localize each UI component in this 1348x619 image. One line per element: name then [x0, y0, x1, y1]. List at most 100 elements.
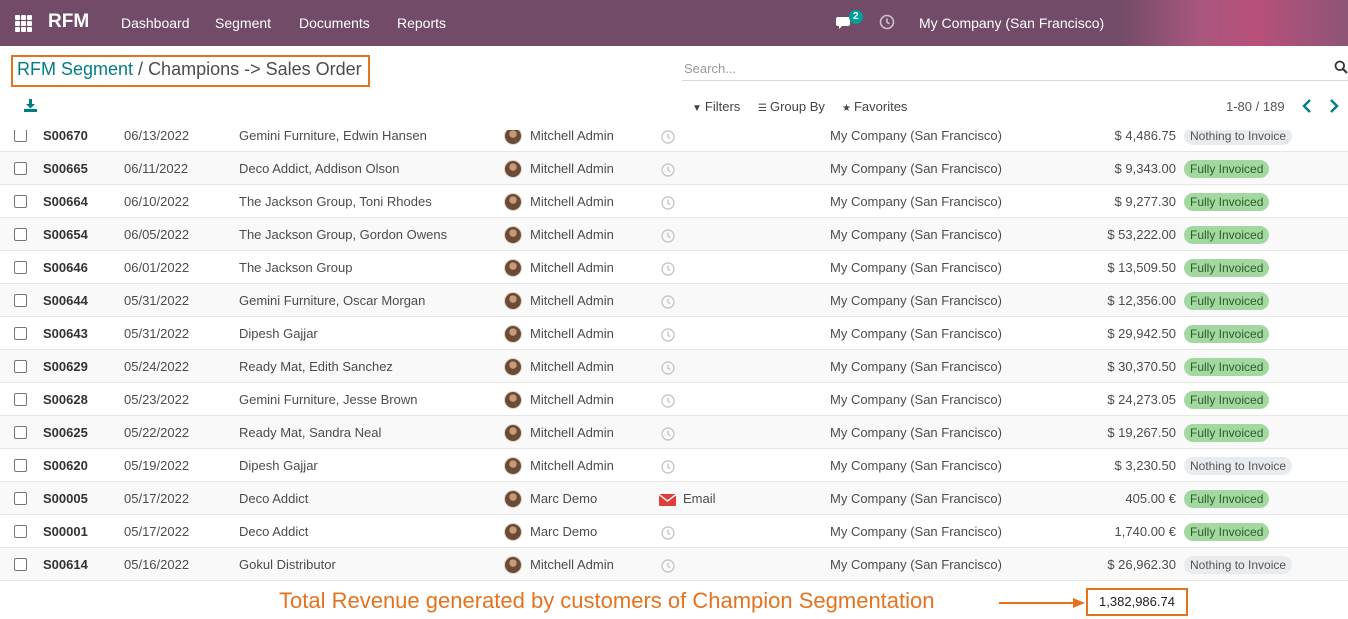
activity-clock-icon[interactable]	[661, 394, 675, 408]
avatar	[504, 193, 522, 211]
avatar	[504, 160, 522, 178]
status-badge: Fully Invoiced	[1184, 259, 1270, 277]
annotation-arrow	[999, 598, 1085, 608]
order-date: 05/19/2022	[124, 458, 190, 473]
order-number: S00628	[43, 392, 88, 407]
company-name: My Company (San Francisco)	[830, 557, 1002, 572]
search-icon[interactable]	[1334, 60, 1348, 74]
breadcrumb-parent-link[interactable]: RFM Segment	[17, 59, 133, 79]
activity-clock-icon[interactable]	[661, 559, 675, 573]
customer-name: Gemini Furniture, Edwin Hansen	[239, 130, 427, 143]
row-checkbox[interactable]	[14, 558, 27, 571]
status-badge: Fully Invoiced	[1184, 292, 1270, 310]
top-navbar: RFM Dashboard Segment Documents Reports …	[0, 0, 1348, 46]
row-checkbox[interactable]	[14, 360, 27, 373]
customer-name: Ready Mat, Edith Sanchez	[239, 359, 393, 374]
table-row[interactable]: S00654 06/05/2022 The Jackson Group, Gordo…	[0, 218, 1348, 251]
salesperson-name: Mitchell Admin	[530, 425, 614, 440]
row-checkbox[interactable]	[14, 426, 27, 439]
company-switcher[interactable]: My Company (San Francisco)	[919, 15, 1104, 31]
menu-item-segment[interactable]: Segment	[215, 15, 271, 31]
activity-label[interactable]: Email	[683, 491, 716, 506]
avatar	[504, 523, 522, 541]
activity-clock-icon[interactable]	[661, 427, 675, 441]
salesperson-name: Mitchell Admin	[530, 293, 614, 308]
menu-item-documents[interactable]: Documents	[299, 15, 370, 31]
activity-clock-icon[interactable]	[661, 163, 675, 177]
activity-clock-icon[interactable]	[661, 460, 675, 474]
status-badge: Fully Invoiced	[1184, 226, 1270, 244]
row-checkbox[interactable]	[14, 261, 27, 274]
table-row[interactable]: S00625 05/22/2022 Ready Mat, Sandra Neal Mi…	[0, 416, 1348, 449]
table-row[interactable]: S00646 06/01/2022 The Jackson Group Mitchel…	[0, 251, 1348, 284]
activity-clock-icon[interactable]	[661, 295, 675, 309]
table-row[interactable]: S00643 05/31/2022 Dipesh Gajjar Mitchell Ad…	[0, 317, 1348, 350]
company-name: My Company (San Francisco)	[830, 161, 1002, 176]
favorites-label: Favorites	[853, 99, 908, 114]
activity-clock-icon[interactable]	[661, 361, 675, 375]
salesperson-name: Marc Demo	[530, 491, 598, 506]
row-checkbox[interactable]	[14, 327, 27, 340]
table-row[interactable]: S00644 05/31/2022 Gemini Furniture, Oscar …	[0, 284, 1348, 317]
customer-name: The Jackson Group	[239, 260, 353, 275]
status-badge: Fully Invoiced	[1184, 424, 1270, 442]
order-number: S00664	[43, 194, 88, 209]
activity-clock-icon[interactable]	[661, 196, 675, 210]
company-name: My Company (San Francisco)	[830, 194, 1002, 209]
table-row[interactable]: S00005 05/17/2022 Deco Addict Marc Demo Emai…	[0, 482, 1348, 515]
activity-clock-icon[interactable]	[661, 262, 675, 276]
table-row[interactable]: S00628 05/23/2022 Gemini Furniture, Jesse …	[0, 383, 1348, 416]
order-number: S00643	[43, 326, 88, 341]
menu-item-reports[interactable]: Reports	[397, 15, 446, 31]
favorites-button[interactable]: ★ Favorites	[842, 99, 907, 114]
email-icon[interactable]	[659, 494, 676, 506]
app-brand[interactable]: RFM	[48, 11, 89, 33]
pager-previous-icon[interactable]	[1300, 98, 1314, 114]
row-checkbox[interactable]	[14, 294, 27, 307]
filter-icon: ▼	[692, 103, 702, 114]
customer-name: The Jackson Group, Toni Rhodes	[239, 194, 432, 209]
filters-button[interactable]: ▼ Filters	[692, 99, 740, 114]
pager-value[interactable]: 1-80 / 189	[1226, 99, 1285, 114]
row-checkbox[interactable]	[14, 195, 27, 208]
activity-clock-icon[interactable]	[661, 526, 675, 540]
row-checkbox[interactable]	[14, 130, 27, 142]
row-checkbox[interactable]	[14, 393, 27, 406]
menu-item-dashboard[interactable]: Dashboard	[121, 15, 190, 31]
table-row[interactable]: S00664 06/10/2022 The Jackson Group, Toni …	[0, 185, 1348, 218]
activity-clock-icon[interactable]	[661, 328, 675, 342]
status-badge: Fully Invoiced	[1184, 523, 1270, 541]
company-name: My Company (San Francisco)	[830, 458, 1002, 473]
table-row[interactable]: S00670 06/13/2022 Gemini Furniture, Edwin …	[0, 130, 1348, 152]
customer-name: Dipesh Gajjar	[239, 458, 318, 473]
order-date: 05/17/2022	[124, 524, 190, 539]
customer-name: The Jackson Group, Gordon Owens	[239, 227, 448, 242]
row-checkbox[interactable]	[14, 492, 27, 505]
table-row[interactable]: S00614 05/16/2022 Gokul Distributor Mitchel…	[0, 548, 1348, 581]
activity-clock-icon[interactable]	[879, 14, 895, 30]
order-total: $ 9,277.30	[1114, 194, 1176, 209]
table-row[interactable]: S00629 05/24/2022 Ready Mat, Edith Sanchez…	[0, 350, 1348, 383]
status-badge: Nothing to Invoice	[1184, 130, 1293, 145]
order-total: $ 24,273.05	[1107, 392, 1176, 407]
download-icon[interactable]	[24, 99, 37, 112]
activity-clock-icon[interactable]	[661, 130, 675, 144]
table-row[interactable]: S00620 05/19/2022 Dipesh Gajjar Mitchell Ad…	[0, 449, 1348, 482]
group-by-button[interactable]: ☰ Group By	[758, 99, 825, 114]
row-checkbox[interactable]	[14, 162, 27, 175]
avatar	[504, 358, 522, 376]
apps-menu-icon[interactable]	[15, 15, 32, 32]
status-badge: Nothing to Invoice	[1184, 457, 1293, 475]
activity-clock-icon[interactable]	[661, 229, 675, 243]
row-checkbox[interactable]	[14, 459, 27, 472]
status-badge: Fully Invoiced	[1184, 391, 1270, 409]
search-input[interactable]	[682, 57, 1322, 79]
table-row[interactable]: S00001 05/17/2022 Deco Addict Marc Demo My C…	[0, 515, 1348, 548]
row-checkbox[interactable]	[14, 228, 27, 241]
company-name: My Company (San Francisco)	[830, 293, 1002, 308]
order-date: 05/22/2022	[124, 425, 190, 440]
table-row[interactable]: S00665 06/11/2022 Deco Addict, Addison Ols…	[0, 152, 1348, 185]
pager-next-icon[interactable]	[1327, 98, 1341, 114]
row-checkbox[interactable]	[14, 525, 27, 538]
order-date: 05/16/2022	[124, 557, 190, 572]
